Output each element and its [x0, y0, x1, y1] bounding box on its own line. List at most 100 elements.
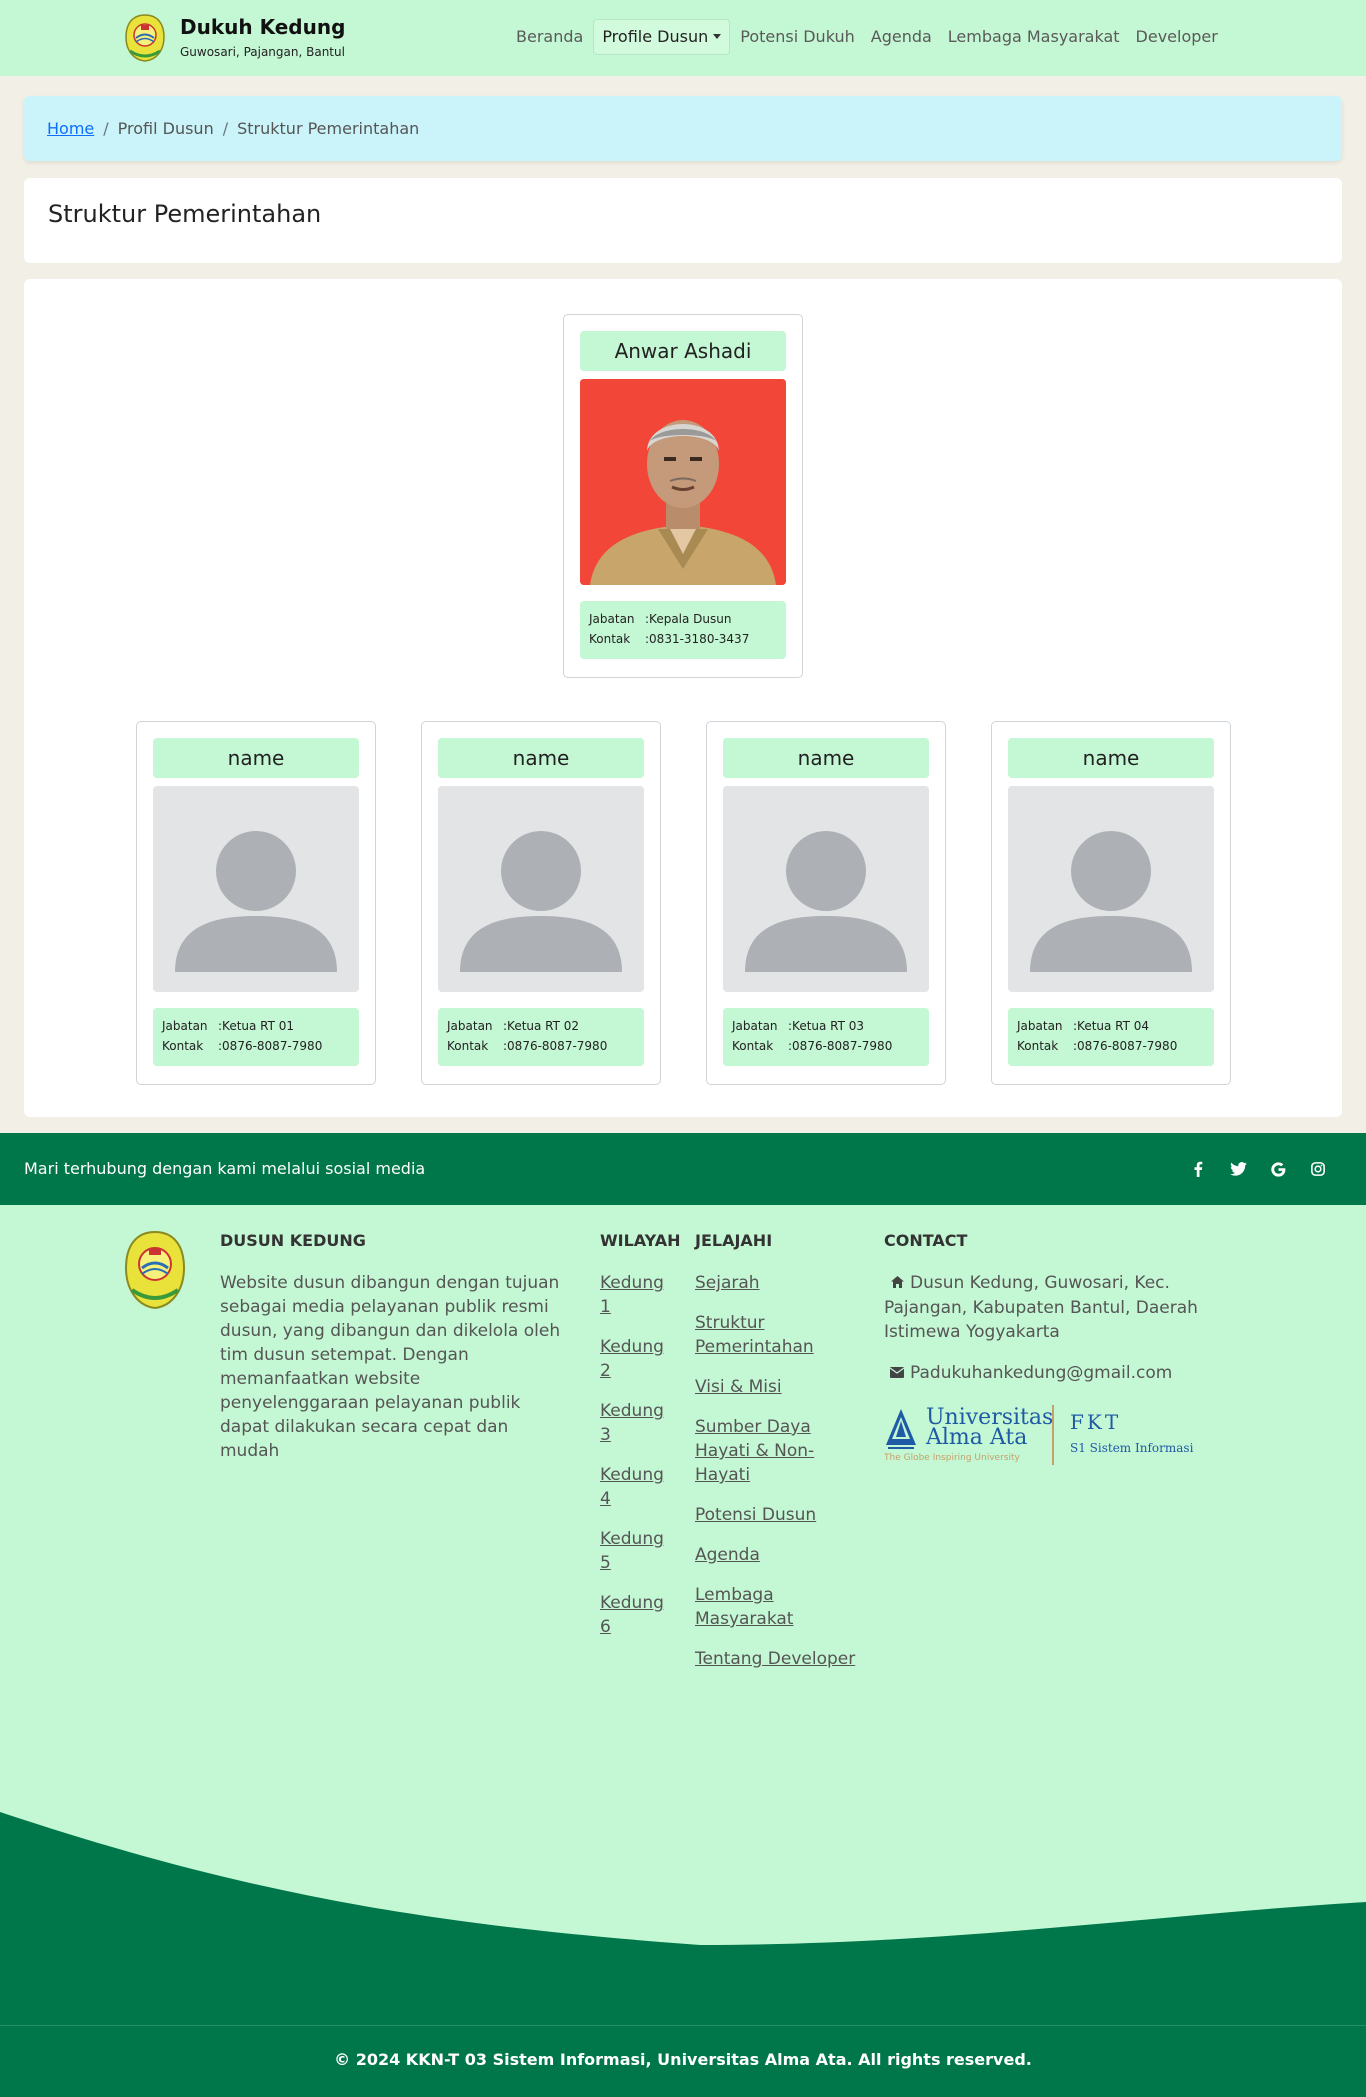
head-card: Anwar Ashadi Jabatan: Kepala Dusun Kontak… — [563, 314, 803, 678]
kontak-label: Kontak — [589, 632, 631, 646]
avatar-placeholder-icon — [723, 786, 929, 992]
wilayah-link[interactable]: Kedung 5 — [600, 1527, 664, 1575]
fkt-label: FKT — [1070, 1410, 1122, 1434]
contact-email: Padukuhankedung@gmail.com — [884, 1361, 1214, 1386]
page-title-card: Struktur Pemerintahan — [24, 178, 1342, 263]
person-jabatan: Ketua RT 01 — [222, 1019, 295, 1033]
facebook-icon[interactable] — [1178, 1158, 1218, 1180]
person-photo-image — [580, 379, 786, 585]
instagram-icon[interactable] — [1298, 1158, 1338, 1180]
uni-tagline: The Globe Inspiring University — [884, 1453, 1020, 1463]
member-card: name Jabatan: Ketua RT 02 Kontak:0876-808… — [421, 721, 661, 1085]
brand-title[interactable]: Dukuh Kedung — [180, 15, 345, 39]
about-text: Website dusun dibangun dengan tujuan seb… — [220, 1273, 561, 1461]
nav-home[interactable]: Beranda — [508, 18, 591, 56]
breadcrumb-separator: / — [222, 119, 229, 138]
person-kontak: 0876-8087-7980 — [222, 1039, 323, 1053]
footer: DUSUN KEDUNG Website dusun dibangun deng… — [0, 1205, 1366, 2025]
caret-down-icon — [713, 34, 722, 39]
wilayah-link[interactable]: Kedung 2 — [600, 1335, 664, 1383]
kontak-label: Kontak — [162, 1039, 204, 1053]
person-kontak: 0876-8087-7980 — [792, 1039, 893, 1053]
person-kontak: 0831-3180-3437 — [649, 632, 750, 646]
prodi-label: S1 Sistem Informasi — [1070, 1441, 1194, 1455]
nav-lembaga[interactable]: Lembaga Masyarakat — [940, 18, 1128, 56]
breadcrumb-separator: / — [103, 119, 109, 138]
avatar-placeholder-icon — [1008, 786, 1214, 992]
person-jabatan: Ketua RT 02 — [507, 1019, 580, 1033]
kontak-label: Kontak — [447, 1039, 489, 1053]
twitter-icon[interactable] — [1218, 1158, 1258, 1180]
nav-developer[interactable]: Developer — [1128, 18, 1226, 56]
person-jabatan: Kepala Dusun — [649, 612, 732, 626]
jelajahi-link[interactable]: Agenda — [695, 1543, 855, 1567]
kontak-label: Kontak — [732, 1039, 774, 1053]
jabatan-label: Jabatan — [162, 1019, 208, 1033]
head-photo — [580, 379, 786, 585]
wilayah-link[interactable]: Kedung 3 — [600, 1399, 664, 1447]
wilayah-link[interactable]: Kedung 6 — [600, 1591, 664, 1639]
dusun-emblem-logo[interactable] — [124, 13, 166, 63]
wilayah-link[interactable]: Kedung 1 — [600, 1271, 664, 1319]
person-name: name — [1008, 738, 1214, 778]
org-structure: Anwar Ashadi Jabatan: Kepala Dusun Kontak… — [24, 279, 1342, 1117]
nav-profile-dropdown[interactable]: Profile Dusun — [593, 19, 731, 55]
wilayah-links: Kedung 1 Kedung 2 Kedung 3 Kedung 4 Kedu… — [600, 1271, 664, 1655]
social-text: Mari terhubung dengan kami melalui sosia… — [24, 1159, 426, 1178]
nav-agenda[interactable]: Agenda — [863, 18, 940, 56]
breadcrumb-profil: Profil Dusun — [117, 119, 214, 138]
nav-potensi[interactable]: Potensi Dukuh — [732, 18, 863, 56]
breadcrumb: Home / Profil Dusun / Struktur Pemerinta… — [24, 96, 1342, 161]
copyright-text: © 2024 KKN-T 03 Sistem Informasi, Univer… — [334, 2050, 1032, 2069]
person-info: Jabatan: Ketua RT 02 Kontak:0876-8087-798… — [438, 1008, 644, 1066]
breadcrumb-home-link[interactable]: Home — [47, 119, 94, 138]
person-jabatan: Ketua RT 04 — [1077, 1019, 1150, 1033]
wilayah-heading: WILAYAH — [600, 1231, 681, 1250]
avatar-placeholder-icon — [438, 786, 644, 992]
jelajahi-link[interactable]: Lembaga Masyarakat — [695, 1583, 855, 1631]
jabatan-label: Jabatan — [1017, 1019, 1063, 1033]
person-jabatan: Ketua RT 03 — [792, 1019, 865, 1033]
logo-divider — [1052, 1405, 1054, 1465]
jabatan-label: Jabatan — [447, 1019, 493, 1033]
person-name: name — [438, 738, 644, 778]
copyright-bar: © 2024 KKN-T 03 Sistem Informasi, Univer… — [0, 2025, 1366, 2097]
about-heading: DUSUN KEDUNG — [220, 1231, 366, 1250]
social-icons — [1178, 1158, 1338, 1180]
jelajahi-link[interactable]: Visi & Misi — [695, 1375, 855, 1399]
person-info: Jabatan: Ketua RT 04 Kontak:0876-8087-798… — [1008, 1008, 1214, 1066]
jabatan-label: Jabatan — [589, 612, 635, 626]
social-bar: Mari terhubung dengan kami melalui sosia… — [0, 1133, 1366, 1205]
member-card: name Jabatan: Ketua RT 03 Kontak:0876-808… — [706, 721, 946, 1085]
person-name: Anwar Ashadi — [580, 331, 786, 371]
jelajahi-link[interactable]: Struktur Pemerintahan — [695, 1311, 855, 1359]
jabatan-label: Jabatan — [732, 1019, 778, 1033]
person-kontak: 0876-8087-7980 — [1077, 1039, 1178, 1053]
avatar-placeholder-icon — [153, 786, 359, 992]
jelajahi-heading: JELAJAHI — [695, 1231, 773, 1250]
person-info: Jabatan: Ketua RT 01 Kontak:0876-8087-798… — [153, 1008, 359, 1066]
member-card: name Jabatan: Ketua RT 04 Kontak:0876-808… — [991, 721, 1231, 1085]
navbar: Dukuh Kedung Guwosari, Pajangan, Bantul … — [0, 0, 1366, 76]
envelope-icon — [884, 1362, 910, 1386]
person-name: name — [723, 738, 929, 778]
person-info: Jabatan: Kepala Dusun Kontak:0831-3180-34… — [580, 601, 786, 659]
jelajahi-link[interactable]: Tentang Developer — [695, 1647, 855, 1671]
jelajahi-link[interactable]: Sejarah — [695, 1271, 855, 1295]
kontak-label: Kontak — [1017, 1039, 1059, 1053]
person-kontak: 0876-8087-7980 — [507, 1039, 608, 1053]
university-logo: Universitas Alma Ata The Globe Inspiring… — [884, 1405, 1204, 1471]
uni-name-2: Alma Ata — [926, 1425, 1028, 1450]
dusun-emblem-logo — [124, 1230, 186, 1310]
jelajahi-link[interactable]: Potensi Dusun — [695, 1503, 855, 1527]
home-icon — [884, 1272, 910, 1296]
page-title: Struktur Pemerintahan — [48, 200, 322, 228]
breadcrumb-current: Struktur Pemerintahan — [237, 119, 420, 138]
google-icon[interactable] — [1258, 1158, 1298, 1180]
address-text: Dusun Kedung, Guwosari, Kec. Pajangan, K… — [884, 1273, 1198, 1342]
person-info: Jabatan: Ketua RT 03 Kontak:0876-8087-798… — [723, 1008, 929, 1066]
contact-heading: CONTACT — [884, 1231, 968, 1250]
wilayah-link[interactable]: Kedung 4 — [600, 1463, 664, 1511]
contact-address: Dusun Kedung, Guwosari, Kec. Pajangan, K… — [884, 1271, 1214, 1344]
jelajahi-link[interactable]: Sumber Daya Hayati & Non-Hayati — [695, 1415, 855, 1487]
